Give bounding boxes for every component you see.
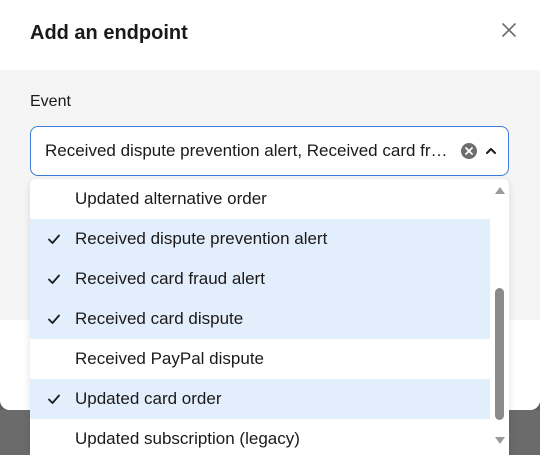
dialog-header: Add an endpoint — [0, 0, 540, 70]
check-icon — [48, 274, 60, 284]
chevron-up-icon[interactable] — [483, 143, 499, 159]
event-option-label: Updated subscription (legacy) — [75, 429, 300, 448]
event-option-label: Updated card order — [75, 389, 222, 408]
event-options-listbox: Updated alternative order Received disput… — [30, 179, 509, 455]
event-option[interactable]: Received card fraud alert — [30, 259, 490, 299]
scroll-thumb[interactable] — [495, 288, 504, 420]
event-option[interactable]: Updated subscription (legacy) — [30, 419, 490, 455]
event-option[interactable]: Updated alternative order — [30, 179, 490, 219]
dialog-title: Add an endpoint — [30, 22, 188, 44]
clear-circle-icon[interactable] — [460, 142, 478, 160]
close-button[interactable] — [496, 17, 522, 43]
event-select-value: Received dispute prevention alert, Recei… — [45, 141, 450, 160]
check-icon — [48, 314, 60, 324]
event-option[interactable]: Received PayPal dispute — [30, 339, 490, 379]
listbox-scrollbar[interactable] — [490, 179, 509, 455]
event-option-label: Received card dispute — [75, 309, 244, 328]
event-option-label: Updated alternative order — [75, 189, 267, 208]
close-icon — [502, 23, 516, 37]
check-icon — [48, 234, 60, 244]
check-icon — [48, 394, 60, 404]
event-field-label: Event — [30, 93, 71, 110]
scroll-up-arrow-icon[interactable] — [494, 185, 506, 195]
event-option[interactable]: Updated card order — [30, 379, 490, 419]
event-option-label: Received dispute prevention alert — [75, 229, 328, 248]
scroll-down-arrow-icon[interactable] — [494, 436, 506, 446]
event-option-label: Received card fraud alert — [75, 269, 265, 288]
event-option-label: Received PayPal dispute — [75, 349, 265, 368]
event-option[interactable]: Received card dispute — [30, 299, 490, 339]
event-select[interactable]: Received dispute prevention alert, Recei… — [30, 126, 509, 176]
event-option[interactable]: Received dispute prevention alert — [30, 219, 490, 259]
